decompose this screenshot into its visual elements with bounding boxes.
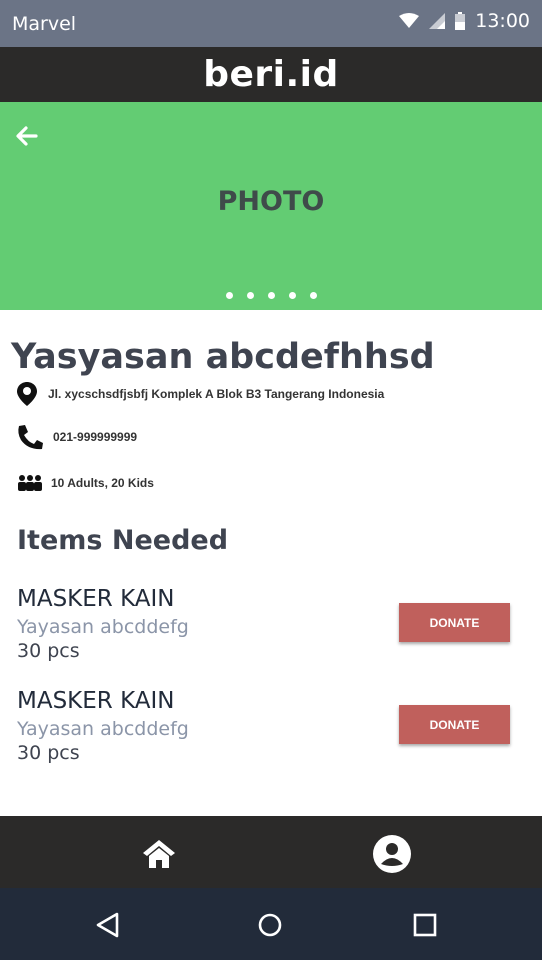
cell-signal-icon xyxy=(429,13,446,29)
wifi-icon xyxy=(399,13,420,28)
carousel-dot[interactable] xyxy=(246,292,254,299)
status-icons: 13:00 xyxy=(399,10,530,32)
donate-button[interactable]: DONATE xyxy=(399,705,510,744)
nav-home-button[interactable] xyxy=(139,834,179,874)
item-quantity: 30 pcs xyxy=(17,742,80,764)
system-recents-button[interactable] xyxy=(408,908,442,942)
item-card: MASKER KAIN Yayasan abcddefg 30 pcs DONA… xyxy=(17,688,517,768)
carousel-dot[interactable] xyxy=(309,292,317,299)
item-name: MASKER KAIN xyxy=(17,586,175,612)
carousel-indicator xyxy=(0,292,542,299)
item-quantity: 30 pcs xyxy=(17,640,80,662)
home-icon xyxy=(143,840,175,868)
system-back-button[interactable] xyxy=(91,908,125,942)
address-text: Jl. xycschsdfjsbfj Komplek A Blok B3 Tan… xyxy=(48,387,385,401)
system-navigation-bar xyxy=(0,888,542,960)
location-pin-icon xyxy=(17,382,37,406)
home-circle-icon xyxy=(258,913,282,937)
residents-row: 10 Adults, 20 Kids xyxy=(16,474,154,491)
clock: 13:00 xyxy=(475,10,530,32)
carousel-dot[interactable] xyxy=(288,292,296,299)
phone-text: 021-999999999 xyxy=(53,430,138,444)
photo-carousel[interactable]: PHOTO xyxy=(0,102,542,310)
carousel-dot[interactable] xyxy=(225,292,233,299)
carousel-dot[interactable] xyxy=(267,292,275,299)
phone-row: 021-999999999 xyxy=(16,424,137,450)
item-name: MASKER KAIN xyxy=(17,688,175,714)
item-card: MASKER KAIN Yayasan abcddefg 30 pcs DONA… xyxy=(17,586,517,666)
donate-button[interactable]: DONATE xyxy=(399,603,510,642)
item-organization: Yayasan abcddefg xyxy=(17,616,189,638)
arrow-left-icon[interactable] xyxy=(14,124,40,148)
address-row: Jl. xycschsdfjsbfj Komplek A Blok B3 Tan… xyxy=(16,381,384,407)
bottom-navigation xyxy=(0,816,542,888)
recents-square-icon xyxy=(413,913,437,937)
group-icon xyxy=(18,475,42,491)
phone-icon xyxy=(18,425,43,450)
carrier-label: Marvel xyxy=(12,13,77,35)
app-bar: beri.id xyxy=(0,47,542,102)
nav-profile-button[interactable] xyxy=(372,834,412,874)
status-bar: Marvel 13:00 xyxy=(0,0,542,47)
brand-logo-text: beri.id xyxy=(203,54,339,95)
residents-text: 10 Adults, 20 Kids xyxy=(51,475,154,490)
item-organization: Yayasan abcddefg xyxy=(17,718,189,740)
battery-icon xyxy=(455,12,466,30)
items-needed-heading: Items Needed xyxy=(17,525,229,556)
system-home-button[interactable] xyxy=(253,908,287,942)
back-triangle-icon xyxy=(96,912,119,938)
photo-placeholder: PHOTO xyxy=(217,186,325,217)
profile-icon xyxy=(373,835,411,873)
organization-name: Yasyasan abcdefhhsd xyxy=(11,337,435,377)
